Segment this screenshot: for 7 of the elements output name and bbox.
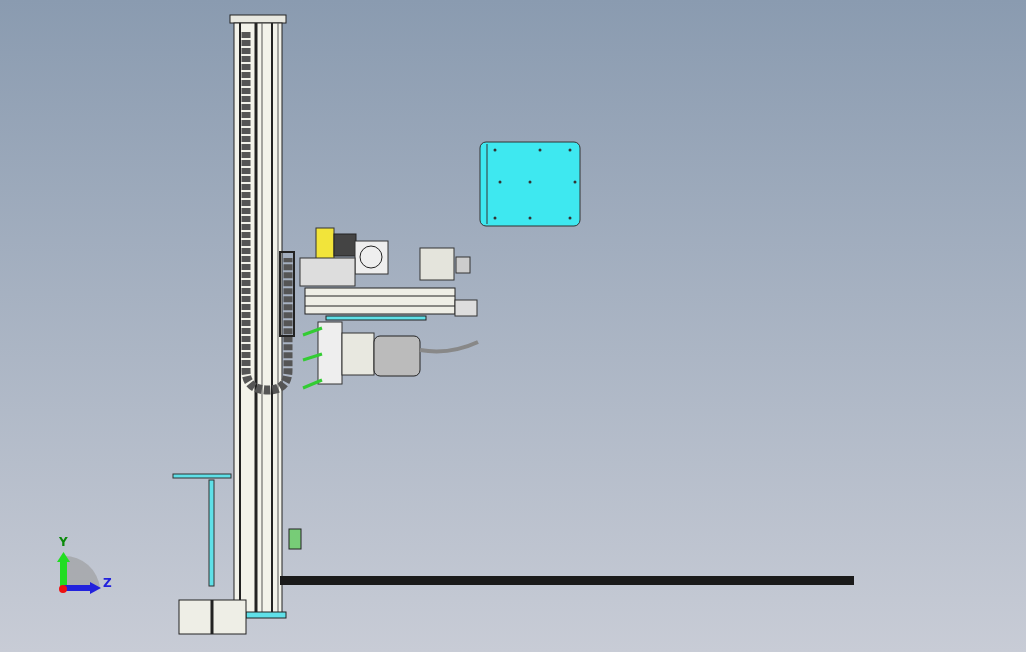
z-axis-arrow [64, 582, 101, 594]
origin-icon [59, 585, 67, 593]
axis-label: Y [59, 535, 68, 549]
bracket-drawing [288, 528, 302, 550]
axis-label: Z [103, 576, 112, 590]
motor-drawing [178, 599, 247, 635]
cad-viewport[interactable]: Y Z [0, 0, 1026, 652]
